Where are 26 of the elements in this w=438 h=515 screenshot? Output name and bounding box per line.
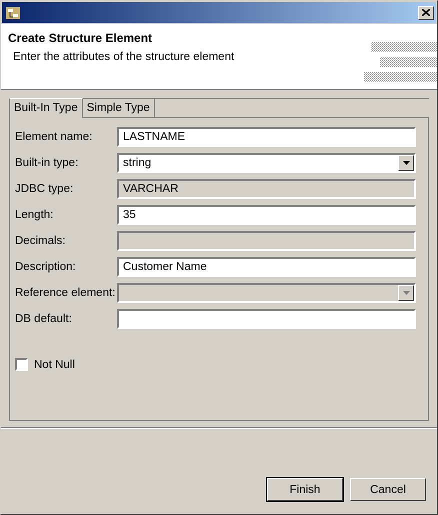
field-label: Length: bbox=[15, 209, 54, 221]
close-icon bbox=[422, 9, 430, 16]
input-field[interactable]: 35 bbox=[117, 205, 416, 225]
dropdown-arrow-icon bbox=[402, 291, 410, 295]
field-label: Built-in type: bbox=[15, 157, 80, 169]
app-icon bbox=[5, 4, 21, 20]
checkbox[interactable] bbox=[15, 358, 28, 371]
dropdown-field[interactable]: string bbox=[117, 153, 416, 173]
field-label: Decimals: bbox=[15, 235, 66, 247]
field-label: Element name: bbox=[15, 131, 94, 143]
dropdown-arrow-icon bbox=[402, 161, 410, 165]
dialog-title: Create Structure Element bbox=[8, 31, 154, 45]
input-field[interactable] bbox=[117, 309, 416, 329]
input-field[interactable]: LASTNAME bbox=[117, 127, 416, 147]
dialog-message: Enter the attributes of the structure element bbox=[13, 51, 234, 63]
close-button[interactable] bbox=[418, 6, 434, 20]
checkbox-label: Not Null bbox=[34, 358, 75, 370]
cancel-button[interactable]: Cancel bbox=[350, 478, 426, 501]
field-label: DB default: bbox=[15, 313, 73, 325]
finish-button[interactable]: Finish bbox=[267, 478, 343, 501]
field-label: Description: bbox=[15, 261, 77, 273]
field-label: JDBC type: bbox=[15, 183, 74, 195]
field-label: Reference element: bbox=[15, 287, 116, 299]
tab[interactable]: Simple Type bbox=[82, 98, 155, 118]
tab[interactable]: Built-In Type bbox=[9, 98, 83, 118]
input-field[interactable]: Customer Name bbox=[117, 257, 416, 277]
